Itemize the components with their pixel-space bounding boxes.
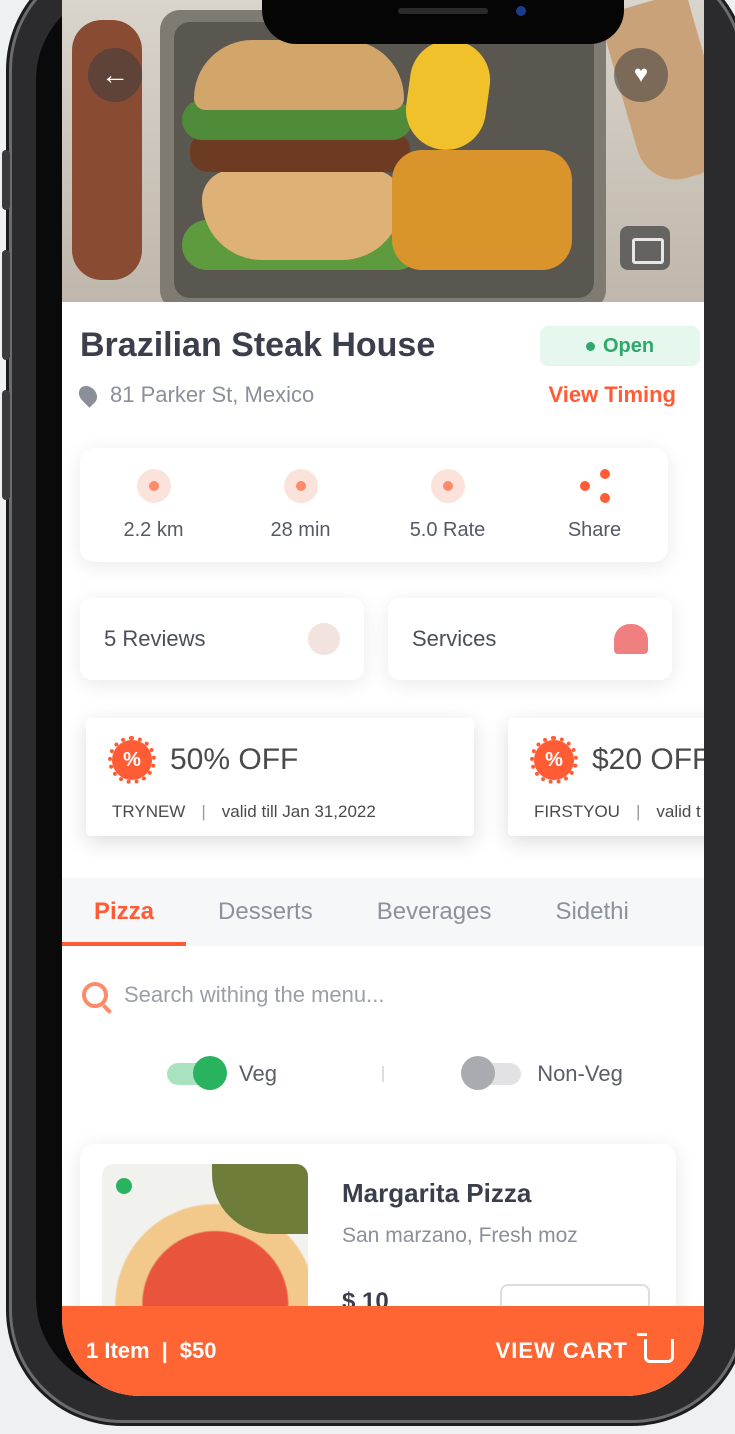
back-arrow-icon: ←: [101, 59, 129, 90]
restaurant-stats: 2.2 km 28 min 5.0 Rate Share: [80, 448, 668, 562]
tab-beverages[interactable]: Beverages: [345, 878, 524, 946]
veg-label: Veg: [239, 1061, 277, 1086]
services-button[interactable]: Services: [388, 598, 672, 680]
location-pin-icon: [75, 382, 101, 408]
tab-desserts[interactable]: Desserts: [186, 878, 345, 946]
restaurant-hero-image: [62, 0, 704, 302]
gallery-icon[interactable]: [620, 226, 670, 270]
mute-switch: [2, 150, 10, 210]
app-screen: ← ♥ Brazilian Steak House Open 81 Parker…: [62, 0, 704, 1396]
offer-card[interactable]: % 50% OFF TRYNEW | valid till Jan 31,202…: [86, 718, 474, 836]
status-badge: Open: [540, 326, 700, 366]
cart-separator: |: [161, 1338, 168, 1363]
stat-label: Share: [567, 518, 622, 541]
burger-top-bun: [194, 40, 404, 110]
burger-bottom-bun: [202, 170, 402, 260]
front-camera: [516, 6, 526, 16]
offer-separator: |: [201, 802, 206, 821]
offer-card[interactable]: % $20 OFF FIRSTYOU | valid t: [508, 718, 704, 836]
tab-sidethings[interactable]: Sidethi: [523, 878, 660, 946]
restaurant-address: 81 Parker St, Mexico: [75, 382, 315, 408]
search-icon: [82, 982, 108, 1008]
veg-toggle[interactable]: Veg: [62, 1056, 382, 1090]
cart-bar[interactable]: 1 Item | $50 VIEW CART: [62, 1306, 704, 1396]
nonveg-toggle[interactable]: Non-Veg: [384, 1056, 704, 1090]
view-timing-link[interactable]: View Timing: [548, 382, 676, 408]
discount-icon: %: [108, 736, 156, 784]
restaurant-name: Brazilian Steak House: [80, 326, 436, 364]
address-text: 81 Parker St, Mexico: [110, 382, 315, 407]
services-label: Services: [412, 626, 497, 651]
cart-icon: [637, 1333, 674, 1363]
offer-separator: |: [635, 802, 641, 821]
menu-search: [82, 972, 682, 1018]
tab-pizza[interactable]: Pizza: [62, 878, 187, 946]
offer-title: $20 OFF: [592, 743, 704, 776]
stat-label: 28 min: [270, 518, 331, 541]
offer-code: FIRSTYOU: [534, 802, 620, 821]
speaker-grille: [398, 8, 488, 14]
search-input[interactable]: [124, 982, 644, 1008]
fries: [392, 150, 572, 270]
offer-code: TRYNEW: [112, 802, 186, 821]
volume-up-button: [2, 250, 10, 360]
review-icon: [308, 623, 340, 655]
view-cart-label: VIEW CART: [495, 1338, 628, 1363]
back-button[interactable]: ←: [88, 48, 142, 102]
reviews-label: 5 Reviews: [104, 626, 206, 651]
diet-filters: Veg Non-Veg: [62, 1046, 704, 1102]
status-dot-icon: [585, 341, 595, 351]
stat-time: 28 min: [227, 448, 374, 562]
menu-tabs: Pizza Desserts Beverages Sidethi: [62, 878, 704, 946]
discount-icon: %: [530, 736, 578, 784]
stat-label: 5.0 Rate: [409, 518, 486, 541]
favorite-button[interactable]: ♥: [614, 48, 668, 102]
stat-label: 2.2 km: [123, 518, 184, 541]
cake-icon: [614, 624, 648, 654]
offer-validity: valid till Jan 31,2022: [221, 802, 376, 821]
status-text: Open: [602, 334, 655, 357]
item-name: Margarita Pizza: [342, 1178, 532, 1208]
view-cart-button[interactable]: VIEW CART: [495, 1333, 674, 1364]
veg-switch[interactable]: [167, 1056, 228, 1090]
cart-summary: 1 Item | $50: [86, 1338, 216, 1364]
offer-validity: valid t: [656, 802, 701, 821]
veg-indicator-icon: [116, 1178, 132, 1194]
offer-title: 50% OFF: [170, 743, 299, 776]
volume-down-button: [2, 390, 10, 500]
stat-distance: 2.2 km: [80, 448, 227, 562]
nonveg-switch[interactable]: [461, 1056, 522, 1090]
item-description: San marzano, Fresh moz: [342, 1224, 578, 1247]
phone-notch: [262, 0, 624, 44]
location-icon: [136, 468, 171, 503]
cart-total: $50: [179, 1338, 217, 1363]
clock-icon: [283, 468, 318, 503]
share-icon: [578, 468, 612, 503]
nonveg-label: Non-Veg: [537, 1061, 623, 1086]
heart-icon: ♥: [633, 61, 649, 88]
reviews-button[interactable]: 5 Reviews: [80, 598, 364, 680]
stat-rating: 5.0 Rate: [374, 448, 521, 562]
cart-item-count: 1 Item: [86, 1338, 150, 1363]
star-icon: [430, 468, 465, 503]
share-button[interactable]: Share: [521, 448, 668, 562]
